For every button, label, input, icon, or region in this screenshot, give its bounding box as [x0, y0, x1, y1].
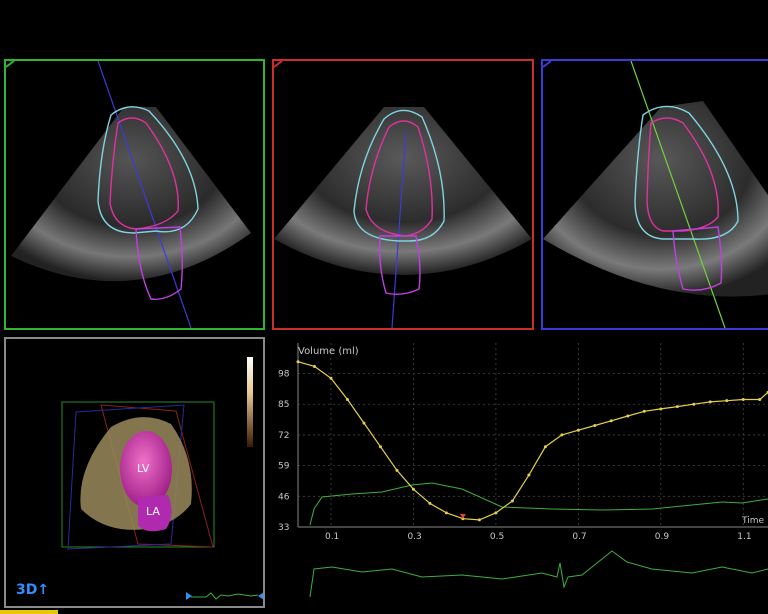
color-scale-bar [247, 357, 253, 447]
volume-point [675, 405, 679, 409]
volume-point [477, 518, 481, 522]
y-tick-label: 72 [278, 431, 289, 441]
volume-point [395, 468, 399, 472]
x-tick-label: 0.5 [490, 532, 504, 542]
volume-point [510, 499, 514, 503]
corner-marker-icon [543, 61, 552, 68]
y-axis-label: Volume (ml) [298, 346, 359, 357]
y-tick-label: 59 [278, 462, 290, 472]
x-axis-label: Time [741, 516, 764, 526]
la-label: LA [146, 505, 160, 518]
volume-point [312, 364, 316, 368]
view-apical-green[interactable] [4, 59, 265, 330]
cursor-right-marker-icon [258, 592, 263, 600]
volume-point [626, 414, 630, 418]
echo-sector [11, 107, 251, 282]
x-tick-label: 1.1 [737, 532, 751, 542]
ecg-trace-lower [309, 550, 768, 598]
view-3d-render[interactable]: LV LA 3D↑ [4, 337, 265, 608]
ecg-trace-upper [309, 482, 768, 526]
echo-sector [274, 107, 532, 275]
volume-point [329, 376, 333, 380]
volume-point [362, 421, 366, 425]
volume-point [741, 398, 745, 401]
volume-point [444, 511, 448, 515]
volume-point [543, 445, 547, 449]
corner-marker-icon [6, 61, 15, 68]
y-tick-label: 33 [278, 523, 289, 533]
y-tick-label: 85 [278, 400, 289, 410]
volume-point [378, 445, 382, 449]
volume-point [758, 398, 762, 401]
volume-point [560, 433, 564, 437]
volume-point [659, 407, 663, 411]
volume-point [708, 400, 712, 404]
mini-ecg-trace [191, 592, 259, 600]
volume-point [527, 473, 531, 477]
volume-point [609, 419, 613, 423]
y-tick-label: 98 [278, 370, 290, 380]
volume-point [593, 423, 597, 427]
volume-point [296, 360, 300, 364]
volume-point [576, 428, 580, 432]
x-tick-label: 0.9 [655, 532, 670, 542]
corner-marker-icon [274, 61, 283, 68]
view-apical-blue[interactable] [541, 59, 768, 330]
status-indicator-bar [0, 610, 58, 614]
volume-point [692, 402, 696, 406]
volume-point [411, 487, 415, 491]
x-tick-label: 0.1 [325, 532, 339, 542]
x-tick-label: 0.3 [407, 532, 421, 542]
lv-label: LV [137, 462, 150, 475]
x-tick-label: 0.7 [572, 532, 586, 542]
volume-point [494, 511, 498, 515]
volume-point [345, 398, 349, 401]
volume-time-chart: 98 85 72 59 46 33 0.1 0.3 0.5 0.7 0.9 1.1 Volume (m… [272, 337, 768, 614]
view-apical-red[interactable] [272, 59, 534, 330]
volume-point [642, 409, 646, 413]
volume-point [725, 399, 729, 403]
y-tick-label: 46 [278, 492, 290, 502]
3d-rotate-badge[interactable]: 3D↑ [16, 582, 49, 598]
cursor-left-marker-icon [186, 592, 192, 600]
volume-point [428, 501, 432, 505]
